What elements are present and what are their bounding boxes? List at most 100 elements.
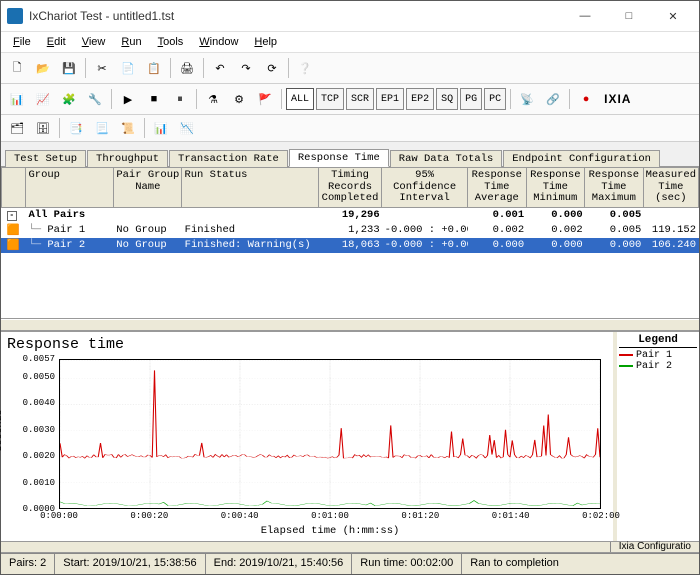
menu-run[interactable]: Run xyxy=(113,34,149,50)
row-conf: -0.000 : +0.000 xyxy=(383,223,469,237)
mini-tool-icon[interactable]: 📊 xyxy=(149,116,173,140)
mini-tool-icon[interactable]: 📉 xyxy=(175,116,199,140)
tree-toggle-icon[interactable]: - xyxy=(1,208,26,222)
window-buttons: — □ ✕ xyxy=(563,2,695,30)
col-measured-time[interactable]: MeasuredTime (sec) xyxy=(644,167,699,208)
filter-sq-button[interactable]: SQ xyxy=(436,88,458,110)
tab-throughput[interactable]: Throughput xyxy=(87,150,168,167)
tab-test-setup[interactable]: Test Setup xyxy=(5,150,86,167)
root-avg: 0.001 xyxy=(469,208,528,222)
row-records: 18,063 xyxy=(319,238,382,252)
filter-all-button[interactable]: ALL xyxy=(286,88,314,110)
mini-tool-icon[interactable]: 📑 xyxy=(64,116,88,140)
maximize-button[interactable]: □ xyxy=(607,2,651,30)
col-max[interactable]: Response TimeMaximum xyxy=(585,167,644,208)
menu-file[interactable]: File xyxy=(5,34,39,50)
menu-edit[interactable]: Edit xyxy=(39,34,74,50)
mini-tool-icon[interactable]: 🗄 xyxy=(31,116,55,140)
col-min[interactable]: Response TimeMinimum xyxy=(527,167,586,208)
filter-tcp-button[interactable]: TCP xyxy=(316,88,344,110)
filter-scr-button[interactable]: SCR xyxy=(346,88,374,110)
legend-item[interactable]: Pair 1 xyxy=(619,350,697,361)
tool-icon[interactable]: 📊 xyxy=(5,87,29,111)
grid-body[interactable]: - All Pairs 19,296 0.001 0.000 0.005 🟧 └… xyxy=(1,208,699,318)
col-avg[interactable]: Response TimeAverage xyxy=(468,167,527,208)
close-button[interactable]: ✕ xyxy=(651,2,695,30)
menu-window[interactable]: Window xyxy=(191,34,246,50)
filter-pg-button[interactable]: PG xyxy=(460,88,482,110)
y-ticks: 0.00000.00100.00200.00300.00400.00500.00… xyxy=(27,359,57,509)
row-conf: -0.000 : +0.000 xyxy=(383,238,469,252)
tab-transaction-rate[interactable]: Transaction Rate xyxy=(169,150,288,167)
app-window: IxChariot Test - untitled1.tst — □ ✕ Fil… xyxy=(0,0,700,575)
run-icon[interactable]: ▶ xyxy=(116,87,140,111)
mini-tool-icon[interactable]: 📜 xyxy=(116,116,140,140)
pause-icon[interactable]: ⏸ xyxy=(168,87,192,111)
status-pairs: Pairs: 2 xyxy=(1,554,55,574)
paste-icon[interactable]: 📋 xyxy=(142,56,166,80)
legend-swatch-icon xyxy=(619,354,633,356)
filter-ep2-button[interactable]: EP2 xyxy=(406,88,434,110)
tab-raw-data-totals[interactable]: Raw Data Totals xyxy=(390,150,503,167)
table-row[interactable]: 🟧 └─ Pair 2 No Group Finished: Warning(s… xyxy=(1,238,699,253)
menu-tools[interactable]: Tools xyxy=(150,34,192,50)
app-icon xyxy=(7,8,23,24)
minimize-button[interactable]: — xyxy=(563,2,607,30)
mini-tool-icon[interactable]: 📃 xyxy=(90,116,114,140)
menu-view[interactable]: View xyxy=(74,34,114,50)
redo-icon[interactable]: ↷ xyxy=(234,56,258,80)
open-icon[interactable]: 📂 xyxy=(31,56,55,80)
status-bar: Pairs: 2 Start: 2019/10/21, 15:38:56 End… xyxy=(1,553,699,574)
legend-item[interactable]: Pair 2 xyxy=(619,361,697,372)
print-icon[interactable]: 🖨 xyxy=(175,56,199,80)
copy-icon[interactable]: 📄 xyxy=(116,56,140,80)
save-icon[interactable]: 💾 xyxy=(57,56,81,80)
col-group[interactable]: Group xyxy=(26,167,114,208)
tab-endpoint-configuration[interactable]: Endpoint Configuration xyxy=(503,150,660,167)
col-run-status[interactable]: Run Status xyxy=(182,167,318,208)
tool-icon[interactable]: 📈 xyxy=(31,87,55,111)
undo-icon[interactable]: ↶ xyxy=(208,56,232,80)
chart-svg xyxy=(60,360,600,508)
mini-tool-icon[interactable]: 🗂 xyxy=(5,116,29,140)
legend-label: Pair 1 xyxy=(636,350,672,361)
flag-icon[interactable]: 🚩 xyxy=(253,87,277,111)
cut-icon[interactable]: ✂ xyxy=(90,56,114,80)
tool-icon[interactable]: 🔗 xyxy=(541,87,565,111)
root-min: 0.000 xyxy=(527,208,586,222)
separator xyxy=(569,89,570,109)
root-max: 0.005 xyxy=(586,208,645,222)
tab-response-time[interactable]: Response Time xyxy=(289,149,389,167)
toolbar-tertiary: 🗂 🗄 📑 📃 📜 📊 📉 xyxy=(1,115,699,142)
config-icon[interactable]: ⚙ xyxy=(227,87,251,111)
col-pair-group-name[interactable]: Pair GroupName xyxy=(114,167,182,208)
row-status: Finished: Warning(s) xyxy=(183,238,320,252)
refresh-icon[interactable]: ⟳ xyxy=(260,56,284,80)
filter-pc-button[interactable]: PC xyxy=(484,88,506,110)
col-confidence[interactable]: 95% ConfidenceInterval xyxy=(382,167,468,208)
horizontal-splitter[interactable] xyxy=(1,319,699,331)
tool-icon[interactable]: 🧩 xyxy=(57,87,81,111)
filter-icon[interactable]: ⚗ xyxy=(201,87,225,111)
col-icon[interactable] xyxy=(1,167,26,208)
stop-icon[interactable]: ■ xyxy=(142,87,166,111)
legend-title: Legend xyxy=(619,334,697,348)
col-timing-records[interactable]: Timing RecordsCompleted xyxy=(319,167,382,208)
new-icon[interactable]: 🗋 xyxy=(5,56,29,80)
row-label: Pair 1 xyxy=(47,224,85,236)
menu-bar: File Edit View Run Tools Window Help xyxy=(1,32,699,53)
grid-root-row[interactable]: - All Pairs 19,296 0.001 0.000 0.005 xyxy=(1,208,699,223)
separator xyxy=(510,89,511,109)
chart-area: Response time Seconds 0.00000.00100.0020… xyxy=(1,331,699,541)
chart-plot[interactable]: Seconds 0.00000.00100.00200.00300.00400.… xyxy=(7,355,607,537)
help-icon[interactable]: ❔ xyxy=(293,56,317,80)
menu-help[interactable]: Help xyxy=(246,34,285,50)
tool-icon[interactable]: 📡 xyxy=(515,87,539,111)
tool-icon[interactable]: 🔧 xyxy=(83,87,107,111)
filter-ep1-button[interactable]: EP1 xyxy=(376,88,404,110)
x-ticks: 0:00:000:00:200:00:400:01:000:01:200:01:… xyxy=(59,511,601,523)
table-row[interactable]: 🟧 └─ Pair 1 No Group Finished 1,233 -0.0… xyxy=(1,223,699,238)
row-min: 0.000 xyxy=(527,238,586,252)
record-icon[interactable]: ● xyxy=(574,87,598,111)
brand-logo: IXIA xyxy=(604,92,631,106)
